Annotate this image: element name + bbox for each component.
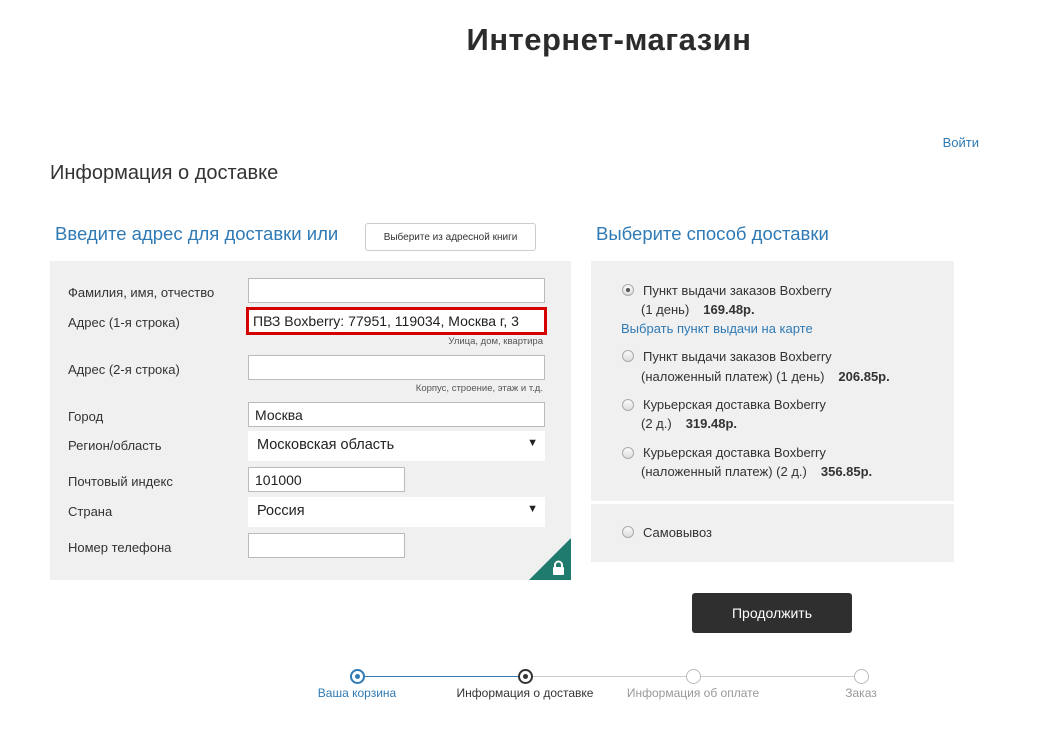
progress-line-done xyxy=(358,676,526,677)
shipping-option-price: 319.48р. xyxy=(685,416,738,431)
pickup-map-link[interactable]: Выбрать пункт выдачи на карте xyxy=(621,321,813,336)
lock-icon xyxy=(553,560,564,575)
pickup-label: Самовывоз xyxy=(643,525,712,540)
login-link[interactable]: Войти xyxy=(943,135,979,150)
city-input[interactable] xyxy=(248,402,545,427)
chevron-down-icon: ▼ xyxy=(527,503,538,515)
address-form: Фамилия, имя, отчество Адрес (1-я строка… xyxy=(50,261,571,580)
city-label: Город xyxy=(68,409,104,424)
site-title: Интернет-магазин xyxy=(466,22,752,57)
continue-button[interactable]: Продолжить xyxy=(692,593,852,633)
step-cart-link[interactable]: Ваша корзина xyxy=(318,686,396,700)
address2-input[interactable] xyxy=(248,355,545,380)
shipping-option-detail: (2 д.) 319.48р. xyxy=(641,416,738,431)
shipping-option-radio[interactable] xyxy=(622,284,634,296)
shipping-option-detail: (1 день) 169.48р. xyxy=(641,302,755,317)
shipping-option-title: Пункт выдачи заказов Boxberry xyxy=(643,349,832,364)
postal-label: Почтовый индекс xyxy=(68,474,173,489)
step-marker-payment xyxy=(686,669,701,684)
section-title: Информация о доставке xyxy=(50,162,279,184)
address1-label: Адрес (1-я строка) xyxy=(68,315,180,330)
address1-input[interactable] xyxy=(246,307,547,335)
shipping-option-title: Курьерская доставка Boxberry xyxy=(643,397,826,412)
full-name-input[interactable] xyxy=(248,278,545,303)
address1-hint: Улица, дом, квартира xyxy=(448,336,543,347)
shipping-option-price: 356.85р. xyxy=(820,464,873,479)
shipping-option-radio[interactable] xyxy=(622,350,634,362)
address2-hint: Корпус, строение, этаж и т.д. xyxy=(415,383,543,394)
full-name-label: Фамилия, имя, отчество xyxy=(68,285,215,300)
step-marker-shipping xyxy=(518,669,533,684)
address2-label: Адрес (2-я строка) xyxy=(68,362,180,377)
shipping-option-title: Пункт выдачи заказов Boxberry xyxy=(643,283,832,298)
shipping-option-detail: (наложенный платеж) (1 день) 206.85р. xyxy=(641,369,890,384)
shipping-option-radio[interactable] xyxy=(622,447,634,459)
shipping-heading: Выберите способ доставки xyxy=(596,223,829,244)
shipping-option-price: 206.85р. xyxy=(838,369,890,384)
country-select[interactable]: Россия ▼ xyxy=(248,497,545,527)
chevron-down-icon: ▼ xyxy=(527,437,538,449)
address-book-button[interactable]: Выберите из адресной книги xyxy=(365,223,536,251)
postal-input[interactable] xyxy=(248,467,405,492)
step-order-label: Заказ xyxy=(845,686,877,700)
shipping-options: Пункт выдачи заказов Boxberry (1 день) 16… xyxy=(591,261,954,501)
shipping-option-radio[interactable] xyxy=(622,399,634,411)
step-marker-cart xyxy=(350,669,365,684)
shipping-option-title: Курьерская доставка Boxberry xyxy=(643,445,826,460)
region-value: Московская область xyxy=(257,437,395,453)
step-shipping-label: Информация о доставке xyxy=(456,686,594,700)
pickup-option: Самовывоз xyxy=(591,504,954,562)
phone-input[interactable] xyxy=(248,533,405,558)
region-select[interactable]: Московская область ▼ xyxy=(248,431,545,461)
country-label: Страна xyxy=(68,504,113,519)
phone-label: Номер телефона xyxy=(68,540,172,555)
region-label: Регион/область xyxy=(68,438,162,453)
step-payment-label: Информация об оплате xyxy=(626,686,760,700)
step-marker-order xyxy=(854,669,869,684)
pickup-radio[interactable] xyxy=(622,526,634,538)
shipping-option-detail: (наложенный платеж) (2 д.) 356.85р. xyxy=(641,464,873,479)
country-value: Россия xyxy=(257,503,305,519)
shipping-option-price: 169.48р. xyxy=(703,302,755,317)
address-heading: Введите адрес для доставки или xyxy=(55,223,339,244)
